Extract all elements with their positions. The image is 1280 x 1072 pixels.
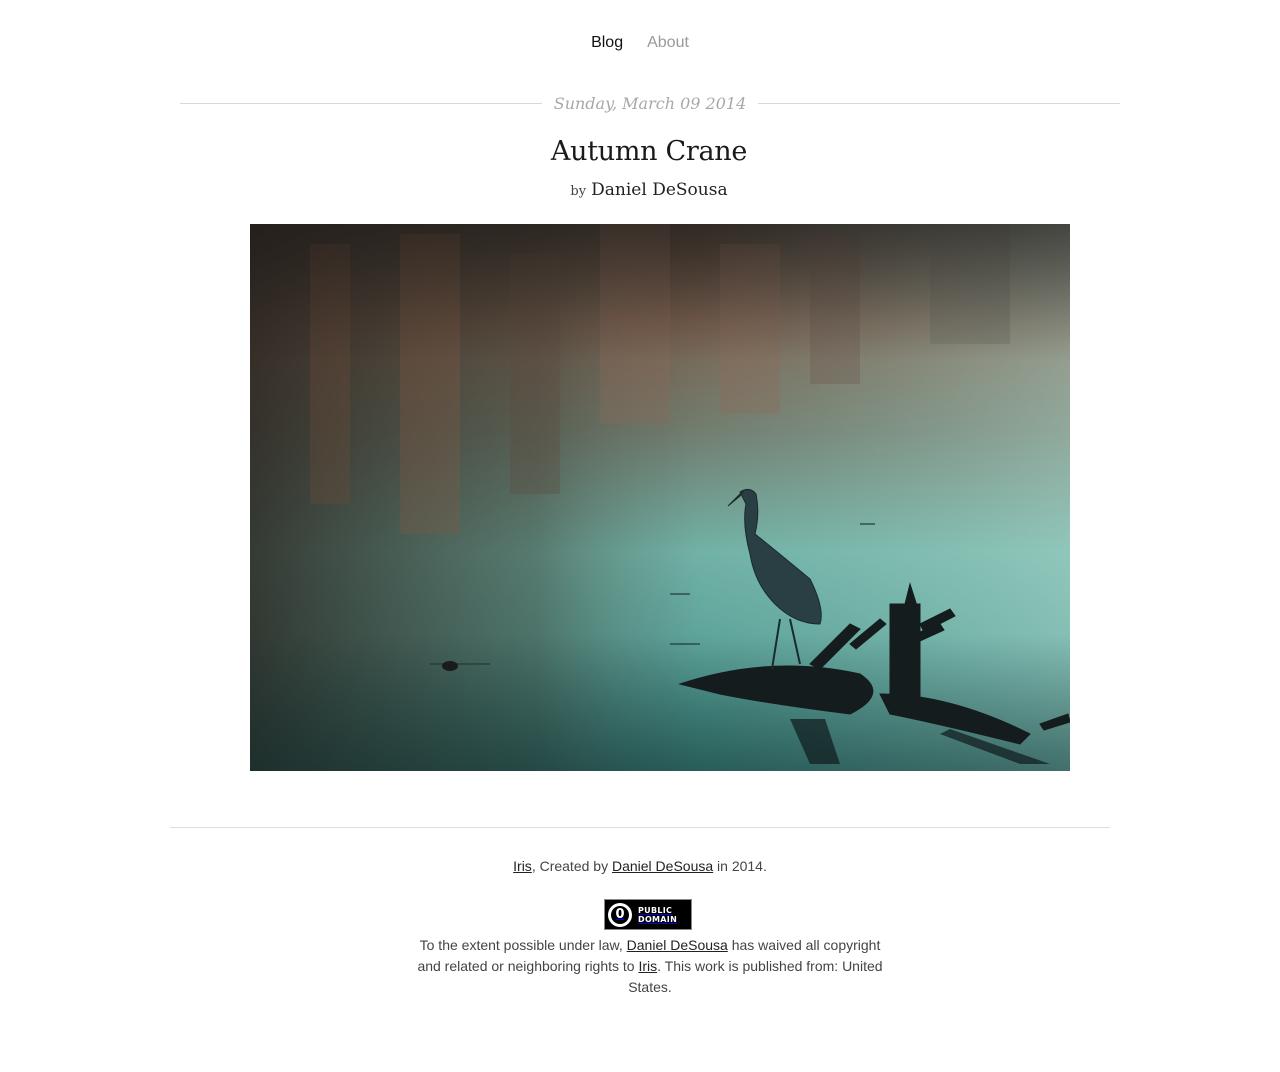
license-site-link[interactable]: Iris <box>638 958 657 974</box>
license-prefix: To the extent possible under law, <box>419 937 627 953</box>
badge-line1: PUBLIC <box>638 905 673 915</box>
badge-number: 0 <box>611 905 629 924</box>
footer-created-year-text: in 2014. <box>713 858 767 874</box>
footer-credits: Iris, Created by Daniel DeSousa in 2014. <box>0 858 1280 874</box>
byline-author: Daniel DeSousa <box>591 180 728 200</box>
footer-site-link[interactable]: Iris <box>513 858 532 874</box>
footer-divider <box>170 827 1110 828</box>
byline-by-label: by <box>570 184 587 199</box>
footer-created-by-text: , Created by <box>531 858 612 874</box>
post-photo <box>250 224 1070 771</box>
divider-right <box>758 102 1120 104</box>
top-nav: Blog About <box>0 34 1280 52</box>
badge-text: PUBLIC DOMAIN <box>638 906 677 924</box>
post-date-divider: Sunday, March 09 2014 <box>180 90 1120 116</box>
post-title: Autumn Crane <box>550 136 748 167</box>
divider-left <box>180 102 542 104</box>
footer-author-link[interactable]: Daniel DeSousa <box>612 858 713 874</box>
badge-line2: DOMAIN <box>638 914 678 924</box>
nav-blog-link[interactable]: Blog <box>591 34 623 52</box>
license-author-link[interactable]: Daniel DeSousa <box>627 937 728 953</box>
license-suffix: . This work is published from: United St… <box>628 958 883 995</box>
post-byline: by Daniel DeSousa <box>0 180 1280 200</box>
nav-about-link[interactable]: About <box>647 34 689 52</box>
post-date: Sunday, March 09 2014 <box>553 93 747 113</box>
public-domain-badge[interactable]: 0 PUBLIC DOMAIN <box>604 899 692 930</box>
license-statement: To the extent possible under law, Daniel… <box>415 935 885 998</box>
cc-zero-icon: 0 <box>608 902 632 927</box>
